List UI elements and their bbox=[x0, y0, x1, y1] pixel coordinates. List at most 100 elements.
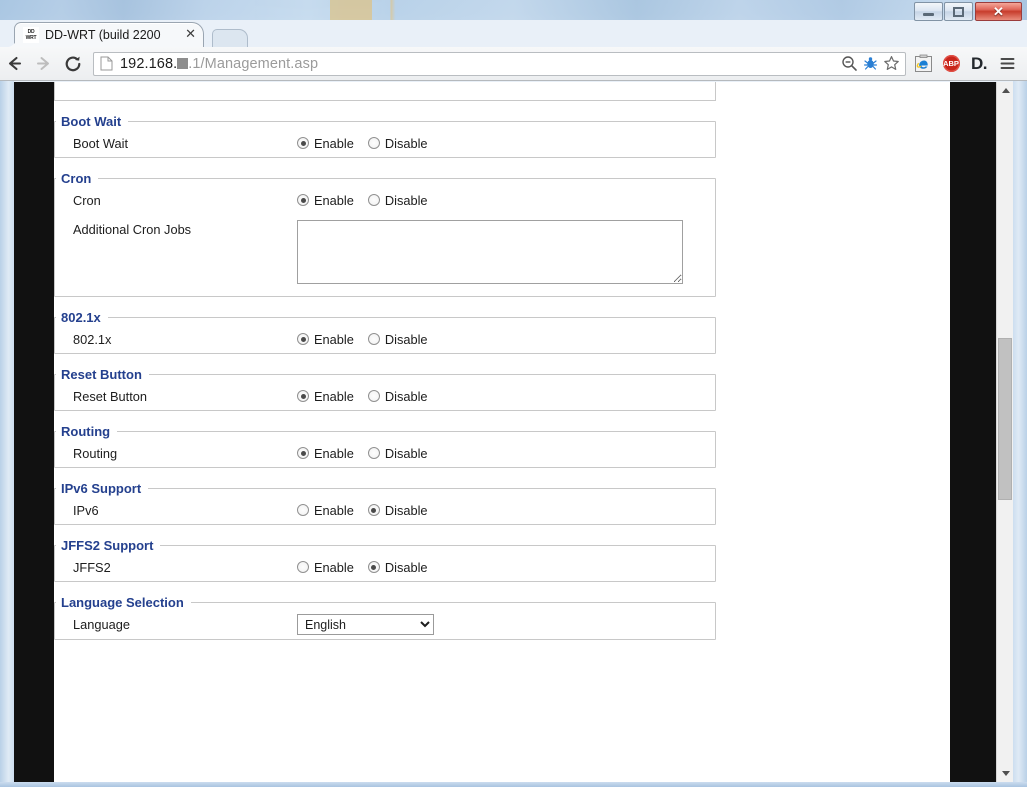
additional-cron-jobs-textarea[interactable] bbox=[297, 220, 683, 284]
radio-label: Disable bbox=[384, 331, 428, 347]
d-extension-label: D. bbox=[971, 53, 988, 73]
radio-dot-icon bbox=[297, 390, 309, 402]
radio-group-boot-wait: Enable Disable bbox=[297, 136, 428, 151]
page-scrollbar[interactable] bbox=[996, 82, 1013, 782]
section-reset-button: Reset Button Reset Button Enable Disable bbox=[54, 367, 716, 411]
extension-icons: ABP D. bbox=[910, 51, 1027, 77]
radio-dot-icon bbox=[367, 447, 380, 459]
radio-jffs2-disable[interactable]: Disable bbox=[367, 560, 428, 575]
reload-icon bbox=[65, 56, 80, 71]
scroll-down-arrow-icon[interactable] bbox=[997, 765, 1013, 782]
adblock-plus-icon[interactable]: ABP bbox=[938, 51, 964, 77]
scroll-up-arrow-icon[interactable] bbox=[997, 82, 1013, 99]
omnibox-icons bbox=[841, 55, 903, 72]
bookmark-star-icon[interactable] bbox=[883, 55, 900, 72]
radio-dot-icon bbox=[367, 504, 380, 516]
radio-label: Enable bbox=[314, 388, 354, 404]
radio-label: Enable bbox=[314, 502, 354, 518]
reload-button[interactable] bbox=[58, 54, 87, 74]
radio-dot-icon bbox=[367, 137, 380, 149]
row-ipv6: IPv6 Enable Disable bbox=[55, 496, 715, 524]
tab-title: DD-WRT (build 2200 bbox=[45, 28, 161, 42]
address-bar-text: 192.168. .1/Management.asp bbox=[120, 56, 318, 72]
radio-dot-icon bbox=[367, 561, 380, 573]
back-arrow-icon bbox=[8, 56, 22, 71]
row-reset-button: Reset Button Enable Disable bbox=[55, 382, 715, 410]
debug-bug-icon[interactable] bbox=[862, 55, 879, 72]
row-routing: Routing Enable Disable bbox=[55, 439, 715, 467]
row-802-1x: 802.1x Enable Disable bbox=[55, 325, 715, 353]
url-redacted-octet bbox=[177, 57, 189, 69]
radio-label: Enable bbox=[314, 192, 354, 208]
radio-dot-icon bbox=[367, 194, 380, 206]
abp-badge: ABP bbox=[942, 55, 960, 72]
radio-group-cron: Enable Disable bbox=[297, 193, 428, 208]
radio-boot-wait-disable[interactable]: Disable bbox=[367, 135, 428, 151]
title-bar: ✕ bbox=[0, 0, 1027, 21]
radio-label: Disable bbox=[384, 135, 428, 151]
label-language: Language bbox=[73, 617, 130, 632]
label-ipv6: IPv6 bbox=[73, 502, 99, 518]
scroll-up-triangle bbox=[1001, 88, 1010, 93]
radio-routing-disable[interactable]: Disable bbox=[367, 445, 428, 461]
legend-802-1x: 802.1x bbox=[61, 310, 101, 325]
forward-button[interactable] bbox=[29, 54, 58, 73]
radio-group-reset-button: Enable Disable bbox=[297, 389, 428, 404]
label-additional-cron-jobs: Additional Cron Jobs bbox=[73, 222, 192, 237]
row-boot-wait: Boot Wait Enable Disable bbox=[55, 129, 715, 157]
radio-802-1x-disable[interactable]: Disable bbox=[367, 331, 428, 347]
radio-label: Enable bbox=[314, 445, 354, 461]
radio-dot-icon bbox=[367, 390, 380, 402]
maximize-button[interactable] bbox=[944, 2, 973, 21]
radio-label: Disable bbox=[384, 502, 428, 518]
radio-cron-disable[interactable]: Disable bbox=[367, 193, 428, 208]
ie-tab-icon[interactable] bbox=[910, 51, 936, 77]
radio-group-jffs2: Enable Disable bbox=[297, 560, 428, 575]
ddwrt-favicon-icon: DD WRT bbox=[23, 27, 39, 43]
radio-802-1x-enable[interactable]: Enable bbox=[297, 332, 354, 347]
section-boot-wait: Boot Wait Boot Wait Enable Disable bbox=[54, 114, 716, 158]
window-controls: ✕ bbox=[913, 2, 1022, 21]
chrome-menu-icon[interactable] bbox=[994, 51, 1020, 77]
favicon-line-2: WRT bbox=[25, 35, 37, 41]
radio-label: Enable bbox=[314, 135, 354, 151]
label-reset-button: Reset Button bbox=[73, 388, 147, 404]
close-icon: ✕ bbox=[993, 3, 1004, 19]
radio-reset-button-disable[interactable]: Disable bbox=[367, 389, 428, 404]
radio-reset-button-enable[interactable]: Enable bbox=[297, 389, 354, 404]
label-cron: Cron bbox=[73, 192, 101, 208]
scrollbar-thumb[interactable] bbox=[998, 338, 1012, 500]
radio-label: Disable bbox=[384, 445, 428, 461]
section-jffs2-support: JFFS2 Support JFFS2 Enable Disable bbox=[54, 538, 716, 582]
tab-ddwrt[interactable]: DD WRT DD-WRT (build 2200 ✕ bbox=[6, 22, 204, 48]
radio-dot-icon bbox=[297, 447, 309, 459]
radio-dot-icon bbox=[297, 333, 309, 345]
radio-routing-enable[interactable]: Enable bbox=[297, 446, 354, 461]
row-cron: Cron Enable Disable bbox=[55, 186, 715, 214]
window-bottom-frame bbox=[0, 782, 1027, 787]
new-tab-button[interactable] bbox=[212, 29, 248, 47]
label-802-1x: 802.1x bbox=[73, 331, 112, 347]
url-host: 192.168. bbox=[120, 55, 178, 72]
browser-window: ✕ DD WRT DD-WRT (build 2200 ✕ 192.168. .… bbox=[0, 0, 1027, 787]
row-additional-cron-jobs: Additional Cron Jobs bbox=[55, 214, 715, 296]
radio-ipv6-disable[interactable]: Disable bbox=[367, 502, 428, 518]
section-cron: Cron Cron Enable Disable Additional Cron… bbox=[54, 171, 716, 297]
zoom-out-icon[interactable] bbox=[841, 55, 858, 72]
back-button[interactable] bbox=[0, 54, 29, 73]
radio-cron-enable[interactable]: Enable bbox=[297, 193, 354, 208]
radio-boot-wait-enable[interactable]: Enable bbox=[297, 136, 354, 151]
d-extension-icon[interactable]: D. bbox=[966, 51, 992, 77]
radio-jffs2-enable[interactable]: Enable bbox=[297, 560, 354, 575]
minimize-button[interactable] bbox=[914, 2, 943, 21]
radio-dot-icon bbox=[367, 333, 380, 345]
radio-dot-icon bbox=[297, 137, 309, 149]
legend-language-selection: Language Selection bbox=[61, 595, 184, 610]
tab-close-icon[interactable]: ✕ bbox=[182, 26, 203, 44]
minimize-icon bbox=[923, 13, 934, 16]
address-bar[interactable]: 192.168. .1/Management.asp bbox=[93, 51, 906, 76]
radio-ipv6-enable[interactable]: Enable bbox=[297, 503, 354, 518]
language-select[interactable]: English bbox=[297, 614, 434, 635]
section-ipv6-support: IPv6 Support IPv6 Enable Disable bbox=[54, 481, 716, 525]
close-button[interactable]: ✕ bbox=[975, 2, 1022, 21]
